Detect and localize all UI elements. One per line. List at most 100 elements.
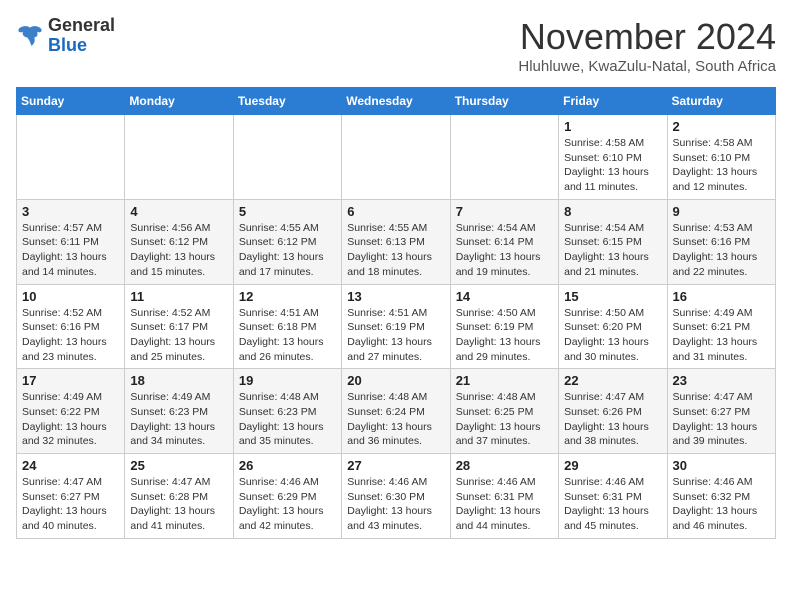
day-info: Sunrise: 4:48 AM Sunset: 6:23 PM Dayligh… (239, 390, 336, 449)
day-number: 4 (130, 204, 227, 219)
day-info: Sunrise: 4:46 AM Sunset: 6:31 PM Dayligh… (564, 475, 661, 534)
location-subtitle: Hluhluwe, KwaZulu-Natal, South Africa (518, 58, 776, 75)
day-info: Sunrise: 4:49 AM Sunset: 6:21 PM Dayligh… (673, 306, 770, 365)
day-number: 23 (673, 373, 770, 388)
day-info: Sunrise: 4:46 AM Sunset: 6:30 PM Dayligh… (347, 475, 444, 534)
calendar-cell: 8 Sunrise: 4:54 AM Sunset: 6:15 PM Daylig… (559, 199, 667, 284)
page-header: General Blue November 2024 Hluhluwe, Kwa… (16, 16, 776, 75)
title-area: November 2024 Hluhluwe, KwaZulu-Natal, S… (518, 16, 776, 75)
weekday-header-thursday: Thursday (450, 88, 558, 115)
weekday-header-monday: Monday (125, 88, 233, 115)
calendar-cell: 12 Sunrise: 4:51 AM Sunset: 6:18 PM Dayli… (233, 284, 341, 369)
calendar-cell: 2 Sunrise: 4:58 AM Sunset: 6:10 PM Daylig… (667, 115, 775, 200)
weekday-header-tuesday: Tuesday (233, 88, 341, 115)
calendar-cell: 4 Sunrise: 4:56 AM Sunset: 6:12 PM Daylig… (125, 199, 233, 284)
calendar-cell: 27Sunrise: 4:46 AM Sunset: 6:30 PM Dayli… (342, 454, 450, 539)
day-number: 20 (347, 373, 444, 388)
calendar-cell: 22 Sunrise: 4:47 AM Sunset: 6:26 PM Dayli… (559, 369, 667, 454)
weekday-header-friday: Friday (559, 88, 667, 115)
calendar-week-row: 10 Sunrise: 4:52 AM Sunset: 6:16 PM Dayli… (17, 284, 776, 369)
day-number: 5 (239, 204, 336, 219)
calendar-week-row: 3 Sunrise: 4:57 AM Sunset: 6:11 PM Daylig… (17, 199, 776, 284)
calendar-cell: 5 Sunrise: 4:55 AM Sunset: 6:12 PM Daylig… (233, 199, 341, 284)
calendar-cell: 9 Sunrise: 4:53 AM Sunset: 6:16 PM Daylig… (667, 199, 775, 284)
day-number: 15 (564, 289, 661, 304)
calendar-cell: 28Sunrise: 4:46 AM Sunset: 6:31 PM Dayli… (450, 454, 558, 539)
logo-text: General Blue (48, 16, 115, 56)
day-number: 29 (564, 458, 661, 473)
day-number: 9 (673, 204, 770, 219)
calendar-cell: 3 Sunrise: 4:57 AM Sunset: 6:11 PM Daylig… (17, 199, 125, 284)
calendar-cell: 24 Sunrise: 4:47 AM Sunset: 6:27 PM Dayli… (17, 454, 125, 539)
day-info: Sunrise: 4:54 AM Sunset: 6:14 PM Dayligh… (456, 221, 553, 280)
day-info: Sunrise: 4:55 AM Sunset: 6:13 PM Dayligh… (347, 221, 444, 280)
day-info: Sunrise: 4:58 AM Sunset: 6:10 PM Dayligh… (564, 136, 661, 195)
day-number: 12 (239, 289, 336, 304)
day-number: 10 (22, 289, 119, 304)
day-info: Sunrise: 4:56 AM Sunset: 6:12 PM Dayligh… (130, 221, 227, 280)
day-number: 8 (564, 204, 661, 219)
day-info: Sunrise: 4:52 AM Sunset: 6:17 PM Dayligh… (130, 306, 227, 365)
calendar-cell: 29 Sunrise: 4:46 AM Sunset: 6:31 PM Dayli… (559, 454, 667, 539)
day-info: Sunrise: 4:52 AM Sunset: 6:16 PM Dayligh… (22, 306, 119, 365)
calendar-cell: 16Sunrise: 4:49 AM Sunset: 6:21 PM Dayli… (667, 284, 775, 369)
day-number: 14 (456, 289, 553, 304)
day-number: 6 (347, 204, 444, 219)
day-info: Sunrise: 4:47 AM Sunset: 6:27 PM Dayligh… (22, 475, 119, 534)
calendar-cell (450, 115, 558, 200)
day-info: Sunrise: 4:47 AM Sunset: 6:28 PM Dayligh… (130, 475, 227, 534)
month-title: November 2024 (518, 16, 776, 58)
day-info: Sunrise: 4:49 AM Sunset: 6:23 PM Dayligh… (130, 390, 227, 449)
logo-icon (16, 22, 44, 50)
day-info: Sunrise: 4:46 AM Sunset: 6:32 PM Dayligh… (673, 475, 770, 534)
day-number: 24 (22, 458, 119, 473)
day-number: 30 (673, 458, 770, 473)
day-info: Sunrise: 4:55 AM Sunset: 6:12 PM Dayligh… (239, 221, 336, 280)
calendar-cell: 25 Sunrise: 4:47 AM Sunset: 6:28 PM Dayli… (125, 454, 233, 539)
day-info: Sunrise: 4:51 AM Sunset: 6:18 PM Dayligh… (239, 306, 336, 365)
calendar-week-row: 17 Sunrise: 4:49 AM Sunset: 6:22 PM Dayli… (17, 369, 776, 454)
day-number: 18 (130, 373, 227, 388)
day-number: 21 (456, 373, 553, 388)
day-number: 2 (673, 119, 770, 134)
day-info: Sunrise: 4:57 AM Sunset: 6:11 PM Dayligh… (22, 221, 119, 280)
calendar-cell: 21 Sunrise: 4:48 AM Sunset: 6:25 PM Dayli… (450, 369, 558, 454)
day-info: Sunrise: 4:50 AM Sunset: 6:20 PM Dayligh… (564, 306, 661, 365)
day-info: Sunrise: 4:50 AM Sunset: 6:19 PM Dayligh… (456, 306, 553, 365)
weekday-header-wednesday: Wednesday (342, 88, 450, 115)
day-info: Sunrise: 4:53 AM Sunset: 6:16 PM Dayligh… (673, 221, 770, 280)
calendar-cell: 13Sunrise: 4:51 AM Sunset: 6:19 PM Dayli… (342, 284, 450, 369)
day-number: 28 (456, 458, 553, 473)
day-info: Sunrise: 4:47 AM Sunset: 6:27 PM Dayligh… (673, 390, 770, 449)
calendar-cell (233, 115, 341, 200)
day-info: Sunrise: 4:58 AM Sunset: 6:10 PM Dayligh… (673, 136, 770, 195)
weekday-header-row: SundayMondayTuesdayWednesdayThursdayFrid… (17, 88, 776, 115)
weekday-header-sunday: Sunday (17, 88, 125, 115)
calendar-cell (342, 115, 450, 200)
day-info: Sunrise: 4:49 AM Sunset: 6:22 PM Dayligh… (22, 390, 119, 449)
day-number: 25 (130, 458, 227, 473)
day-number: 3 (22, 204, 119, 219)
calendar-cell: 19Sunrise: 4:48 AM Sunset: 6:23 PM Dayli… (233, 369, 341, 454)
calendar-cell: 26Sunrise: 4:46 AM Sunset: 6:29 PM Dayli… (233, 454, 341, 539)
calendar-cell: 15 Sunrise: 4:50 AM Sunset: 6:20 PM Dayli… (559, 284, 667, 369)
calendar-cell: 18 Sunrise: 4:49 AM Sunset: 6:23 PM Dayli… (125, 369, 233, 454)
calendar-cell: 1Sunrise: 4:58 AM Sunset: 6:10 PM Daylig… (559, 115, 667, 200)
calendar-cell: 10 Sunrise: 4:52 AM Sunset: 6:16 PM Dayli… (17, 284, 125, 369)
calendar-cell: 14 Sunrise: 4:50 AM Sunset: 6:19 PM Dayli… (450, 284, 558, 369)
calendar-cell (125, 115, 233, 200)
day-info: Sunrise: 4:48 AM Sunset: 6:25 PM Dayligh… (456, 390, 553, 449)
day-number: 11 (130, 289, 227, 304)
day-info: Sunrise: 4:54 AM Sunset: 6:15 PM Dayligh… (564, 221, 661, 280)
calendar-cell: 7Sunrise: 4:54 AM Sunset: 6:14 PM Daylig… (450, 199, 558, 284)
day-info: Sunrise: 4:51 AM Sunset: 6:19 PM Dayligh… (347, 306, 444, 365)
day-info: Sunrise: 4:47 AM Sunset: 6:26 PM Dayligh… (564, 390, 661, 449)
calendar-week-row: 24 Sunrise: 4:47 AM Sunset: 6:27 PM Dayli… (17, 454, 776, 539)
day-number: 22 (564, 373, 661, 388)
day-number: 17 (22, 373, 119, 388)
calendar-cell: 17 Sunrise: 4:49 AM Sunset: 6:22 PM Dayli… (17, 369, 125, 454)
day-info: Sunrise: 4:48 AM Sunset: 6:24 PM Dayligh… (347, 390, 444, 449)
day-info: Sunrise: 4:46 AM Sunset: 6:29 PM Dayligh… (239, 475, 336, 534)
calendar-table: SundayMondayTuesdayWednesdayThursdayFrid… (16, 87, 776, 539)
calendar-cell (17, 115, 125, 200)
